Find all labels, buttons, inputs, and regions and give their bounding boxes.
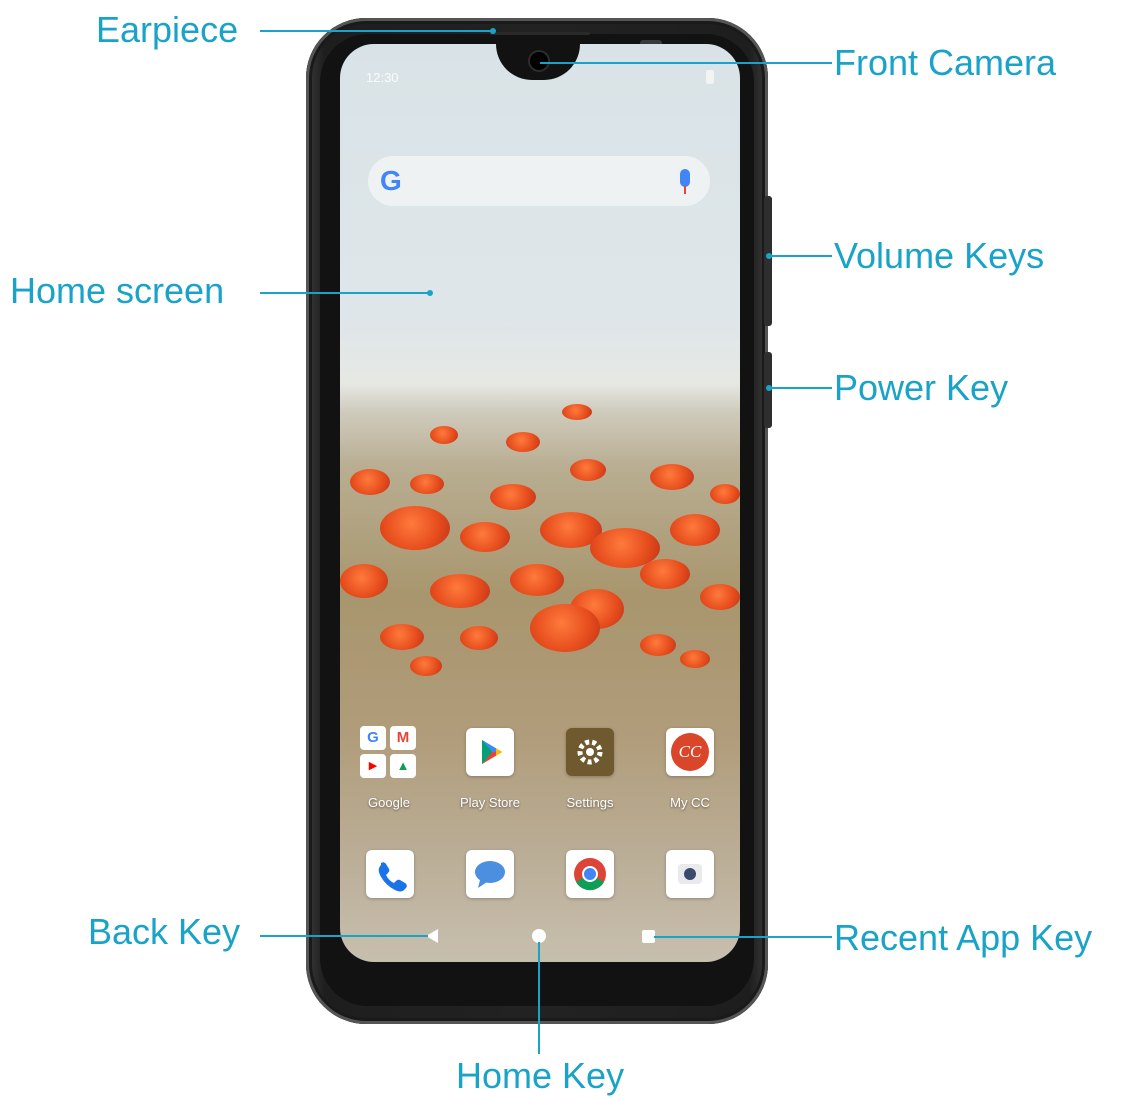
- callout-recent-app-key: Recent App Key: [834, 917, 1093, 958]
- leader-dot-power-key: [766, 385, 772, 391]
- earpiece: [490, 32, 590, 35]
- leader-dot-earpiece: [490, 28, 496, 34]
- volume-keys: [764, 196, 772, 326]
- leader-home-key: [538, 942, 540, 1054]
- battery-icon: [706, 70, 714, 84]
- gear-icon[interactable]: [566, 728, 614, 776]
- app-label-my-cc: My CC: [670, 795, 710, 810]
- callout-home-screen: Home screen: [10, 270, 225, 311]
- mic-icon[interactable]: [680, 169, 690, 187]
- google-folder-icon[interactable]: G M ▶ ▲: [358, 724, 420, 782]
- leader-front-camera: [540, 62, 832, 64]
- google-logo-icon: G: [380, 165, 402, 196]
- callout-back-key: Back Key: [88, 911, 241, 952]
- app-label-play-store: Play Store: [460, 795, 520, 810]
- callout-front-camera: Front Camera: [834, 42, 1057, 83]
- chrome-icon[interactable]: [566, 850, 614, 898]
- drive-mini-icon: ▲: [390, 754, 416, 778]
- leader-back-key: [260, 935, 428, 937]
- my-cc-icon[interactable]: CC: [666, 728, 714, 776]
- leader-earpiece: [260, 30, 494, 32]
- leader-dot-volume-keys: [766, 253, 772, 259]
- mic-stand: [684, 186, 686, 194]
- my-cc-text: CC: [678, 742, 702, 761]
- status-time: 12:30: [366, 70, 399, 85]
- youtube-mini-icon: ▶: [360, 754, 386, 778]
- leader-recent-app-key: [654, 936, 832, 938]
- home-key[interactable]: [532, 929, 546, 943]
- leader-power-key: [768, 387, 832, 389]
- google-search-bar[interactable]: [368, 156, 710, 206]
- app-label-settings: Settings: [566, 795, 614, 810]
- messages-icon[interactable]: [466, 850, 514, 898]
- gmail-mini-icon: M: [390, 726, 416, 750]
- callout-earpiece: Earpiece: [96, 9, 239, 50]
- front-camera: [530, 52, 548, 70]
- play-store-icon[interactable]: [466, 728, 514, 776]
- callout-home-key: Home Key: [456, 1055, 625, 1096]
- app-label-google: Google: [368, 795, 410, 810]
- callout-power-key: Power Key: [834, 367, 1009, 408]
- phone-icon[interactable]: [366, 850, 414, 898]
- leader-home-screen: [260, 292, 430, 294]
- leader-dot-home-screen: [427, 290, 433, 296]
- callout-volume-keys: Volume Keys: [834, 235, 1045, 276]
- leader-volume-keys: [768, 255, 832, 257]
- google-mini-icon: G: [360, 726, 386, 750]
- camera-icon[interactable]: [666, 850, 714, 898]
